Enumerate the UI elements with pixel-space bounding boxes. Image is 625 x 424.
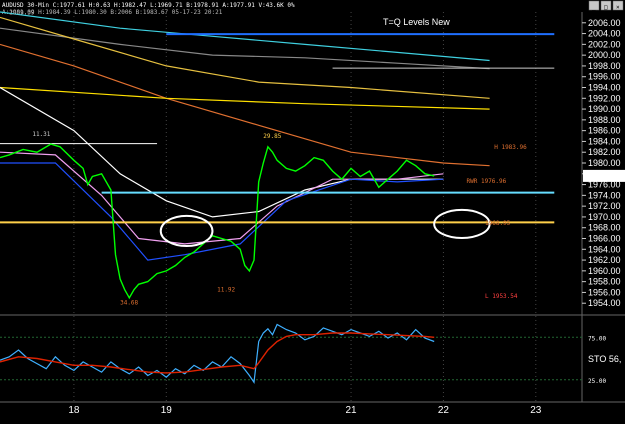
price-annotation: H 1983.96 (494, 144, 527, 151)
y-tick-label: 1970.00 (588, 212, 621, 222)
price-annotation: 29.85 (263, 133, 281, 140)
y-tick-label: 1956.00 (588, 287, 621, 297)
y-tick-label: 1972.00 (588, 201, 621, 211)
ma-gold (0, 16, 490, 99)
y-tick-label: 1982.00 (588, 147, 621, 157)
highlight-ellipse (433, 208, 491, 239)
price-annotation: 2009.39 (9, 10, 35, 17)
y-tick-label: 1964.00 (588, 244, 621, 254)
x-tick-label: 22 (438, 405, 450, 416)
y-tick-label: 2004.00 (588, 29, 621, 39)
y-tick-label: 1980.00 (588, 158, 621, 168)
ma-orange (0, 43, 490, 167)
y-tick-label: 1992.00 (588, 93, 621, 103)
y-tick-label: 1994.00 (588, 83, 621, 93)
price-annotation: L 1953.54 (485, 293, 518, 300)
ma-pink (0, 151, 444, 245)
stoch-level-label: 25.00 (588, 378, 606, 385)
stoch-slow-series (0, 332, 435, 374)
ma-blue (0, 162, 444, 261)
price-annotation: RWR 1976.96 (467, 178, 507, 185)
stoch-label: STO 56, (588, 354, 621, 364)
x-tick-label: 21 (345, 405, 357, 416)
indicator-label: T=Q Levels New (383, 17, 450, 27)
y-tick-label: 1984.00 (588, 136, 621, 146)
y-tick-label: 2002.00 (588, 39, 621, 49)
x-tick-label: 19 (161, 405, 173, 416)
y-tick-label: 1988.00 (588, 115, 621, 125)
y-tick-label: 1954.00 (588, 298, 621, 308)
price-chart: AUDUSD 30-Min C:1977.61 H:0.63 H:1982.47… (0, 0, 625, 416)
ma-yellow-flat (0, 86, 490, 110)
y-tick-label: 1974.00 (588, 190, 621, 200)
price-annotation: 34.68 (120, 299, 138, 306)
maximize-icon: □ (604, 4, 608, 11)
y-tick-label: 1968.00 (588, 223, 621, 233)
stoch-fast-series (0, 323, 435, 384)
price-series (0, 143, 435, 300)
y-tick-label: 1986.00 (588, 126, 621, 136)
y-tick-label: 1998.00 (588, 61, 621, 71)
stoch-level-label: 75.00 (588, 335, 606, 342)
price-annotation: 11.92 (217, 286, 235, 293)
window-title: AUDUSD 30-Min C:1977.61 H:0.63 H:1982.47… (2, 2, 295, 9)
window-subtitle: A:1981.09 H:1984.39 L:1980.30 B:2006 B:1… (2, 9, 223, 16)
price-annotation: 11.31 (32, 131, 50, 138)
y-tick-label: 1996.00 (588, 72, 621, 82)
highlight-ellipse (159, 214, 214, 248)
close-icon: × (616, 4, 620, 11)
y-tick-label: 1960.00 (588, 266, 621, 276)
y-tick-label: 1990.00 (588, 104, 621, 114)
x-tick-label: 18 (68, 405, 80, 416)
x-tick-label: 23 (530, 405, 542, 416)
chart-window: AUDUSD 30-Min C:1977.61 H:0.63 H:1982.47… (0, 0, 625, 424)
price-annotation: 1968.95 (485, 220, 511, 227)
minimize-icon: _ (592, 4, 596, 11)
y-tick-label: 2000.00 (588, 50, 621, 60)
last-price-label: 1977.61 (586, 171, 619, 181)
y-tick-label: 1962.00 (588, 255, 621, 265)
y-tick-label: 1958.00 (588, 277, 621, 287)
y-tick-label: 2006.00 (588, 18, 621, 28)
y-tick-label: 1966.00 (588, 234, 621, 244)
